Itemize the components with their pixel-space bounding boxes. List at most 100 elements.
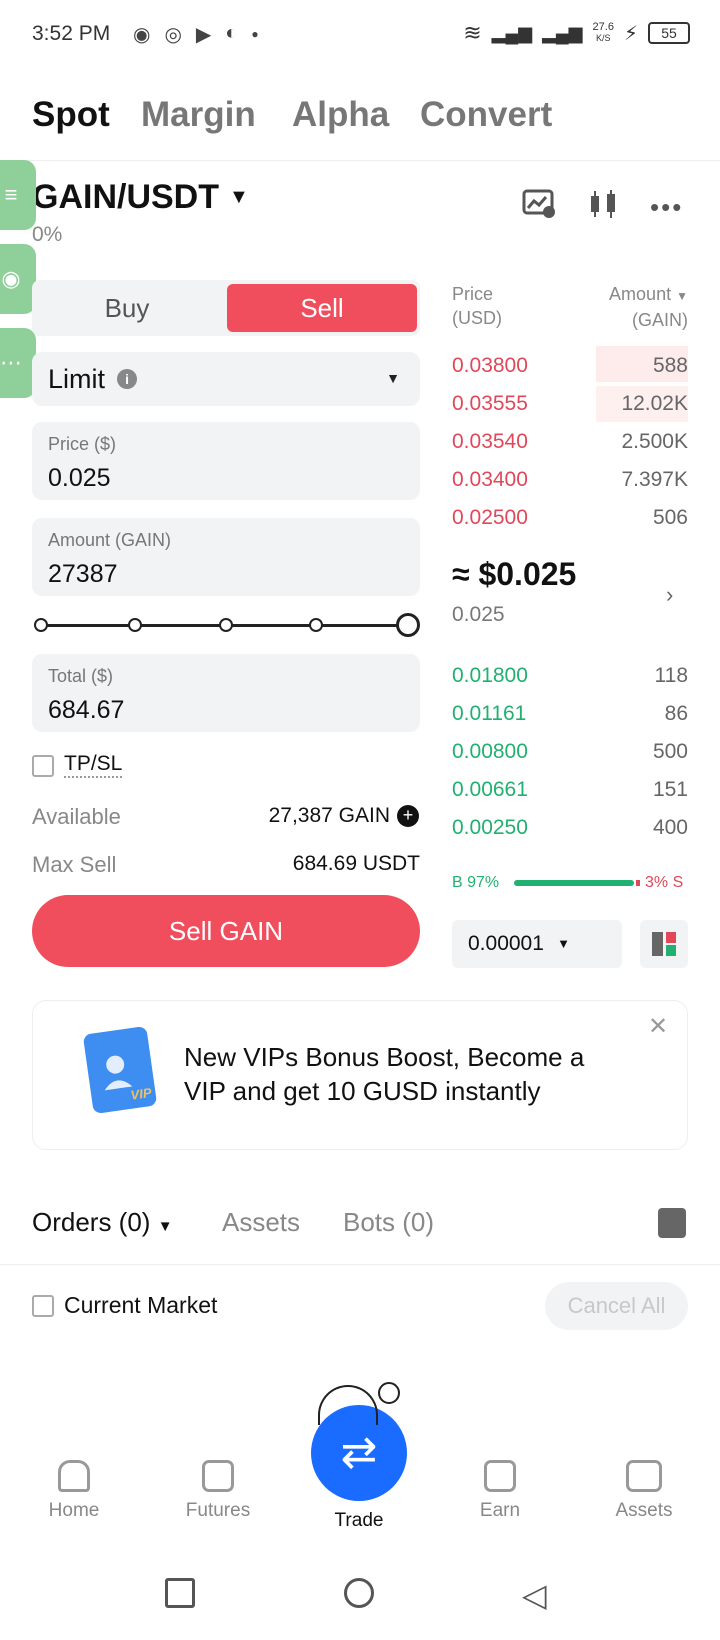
add-funds-icon[interactable]: +: [397, 805, 419, 827]
tpsl-checkbox[interactable]: [32, 755, 54, 777]
recents-button[interactable]: [165, 1578, 195, 1608]
max-sell-label: Max Sell: [32, 852, 117, 877]
precision-select[interactable]: 0.00001 ▼: [452, 920, 622, 968]
back-button[interactable]: ◁: [522, 1576, 547, 1614]
tab-assets[interactable]: Assets: [222, 1207, 300, 1238]
dot-icon: ●: [251, 27, 259, 41]
ask-amount: 588: [652, 354, 688, 377]
order-type-select[interactable]: Limit i ▼: [32, 352, 420, 406]
candlestick-icon[interactable]: [588, 188, 620, 227]
ask-price[interactable]: 0.02500: [452, 506, 528, 530]
home-button[interactable]: [344, 1578, 374, 1608]
caret-down-icon: ▼: [386, 370, 400, 386]
orderbook-price-header: Price (USD): [452, 284, 502, 328]
sell-gain-button[interactable]: Sell GAIN: [32, 895, 420, 967]
bid-price[interactable]: 0.01800: [452, 664, 528, 688]
chevron-right-icon[interactable]: ›: [666, 582, 673, 608]
caret-down-icon: ▼: [676, 289, 688, 303]
vip-banner-text: New VIPs Bonus Boost, Become a VIP and g…: [184, 1042, 585, 1106]
nav-earn[interactable]: Earn: [440, 1460, 560, 1522]
slider-stop-75[interactable]: [309, 618, 323, 632]
signal-icon: ▂▄▆: [491, 22, 533, 43]
ask-amount: 2.500K: [621, 430, 688, 453]
bid-price[interactable]: 0.00800: [452, 740, 528, 764]
total-value[interactable]: 684.67: [48, 696, 124, 725]
bid-amount: 500: [652, 740, 688, 763]
ask-price[interactable]: 0.03800: [452, 354, 528, 378]
buy-tab[interactable]: Buy: [32, 280, 222, 336]
total-field[interactable]: Total ($) 684.67: [32, 654, 420, 732]
wifi-icon: ≋: [463, 20, 482, 45]
mid-price: ≈ $0.025: [452, 556, 577, 592]
mid-price-sub: 0.025: [452, 603, 505, 626]
pair-name: GAIN/USDT: [32, 178, 219, 216]
nav-trade-label[interactable]: Trade: [311, 1510, 407, 1532]
chart-icon[interactable]: [522, 188, 556, 225]
cancel-all-button[interactable]: Cancel All: [545, 1282, 688, 1330]
list-icon[interactable]: ≡: [0, 160, 36, 230]
caret-down-icon: ▼: [157, 1218, 173, 1235]
vip-card-icon: VIP: [82, 1025, 158, 1115]
vip-badge: VIP: [129, 1084, 153, 1103]
close-icon[interactable]: ✕: [648, 1012, 668, 1041]
orderbook-layout-icon[interactable]: [640, 920, 688, 968]
status-right: ≋ ▂▄▆ ▂▄▆ 27.6 K/S ⚡ 55: [463, 20, 690, 46]
bid-amount: 86: [664, 702, 688, 725]
price-value[interactable]: 0.025: [48, 464, 111, 493]
tab-bots[interactable]: Bots (0): [343, 1207, 434, 1238]
amount-field[interactable]: Amount (GAIN) 27387: [32, 518, 420, 596]
tab-alpha[interactable]: Alpha: [292, 95, 389, 135]
planet-icon: [378, 1382, 400, 1404]
ask-price[interactable]: 0.03540: [452, 430, 528, 454]
max-sell-value: 684.69 USDT: [292, 852, 420, 875]
sell-tab[interactable]: Sell: [227, 284, 417, 332]
orderbook-amount-header[interactable]: Amount ▼ (GAIN): [609, 282, 688, 332]
nav-home[interactable]: Home: [14, 1460, 134, 1522]
tab-spot[interactable]: Spot: [32, 95, 110, 135]
buy-ratio: B 97%: [452, 874, 500, 891]
pair-selector[interactable]: GAIN/USDT ▼: [32, 178, 249, 217]
info-icon[interactable]: i: [117, 369, 138, 389]
tab-margin[interactable]: Margin: [141, 95, 256, 135]
bid-price[interactable]: 0.01161: [452, 702, 526, 726]
price-field[interactable]: Price ($) 0.025: [32, 422, 420, 500]
browser-icon: ◐: [225, 22, 238, 44]
bid-price[interactable]: 0.00661: [452, 778, 528, 802]
status-time: 3:52 PM: [32, 22, 111, 45]
tab-orders[interactable]: Orders (0) ▼: [32, 1207, 173, 1238]
orders-divider: [0, 1264, 720, 1265]
wallet-icon: [626, 1460, 662, 1492]
signal-icon: ▂▄▆: [542, 22, 583, 43]
order-type-label: Limit: [48, 363, 106, 394]
more-dots-icon[interactable]: ⋯: [0, 328, 36, 398]
app-icon: ▶: [195, 24, 212, 46]
nav-assets[interactable]: Assets: [584, 1460, 704, 1522]
more-icon[interactable]: •••: [650, 192, 683, 223]
ask-amount: 12.02K: [621, 392, 688, 415]
ask-amount: 506: [652, 506, 688, 529]
order-history-icon[interactable]: [658, 1208, 686, 1238]
slider-stop-25[interactable]: [128, 618, 142, 632]
tpsl-label[interactable]: TP/SL: [64, 752, 123, 778]
bid-amount: 118: [654, 664, 688, 687]
current-market-checkbox[interactable]: [32, 1295, 54, 1317]
ask-price[interactable]: 0.03555: [452, 392, 528, 416]
ask-price[interactable]: 0.03400: [452, 468, 528, 492]
battery-indicator: 55: [648, 22, 690, 44]
slider-handle[interactable]: [396, 613, 420, 637]
bid-amount: 151: [652, 778, 688, 801]
status-icons-left: ◉ ◎ ▶ ◐ ●: [133, 22, 259, 47]
sell-ratio: 3% S: [645, 874, 684, 891]
nav-futures[interactable]: Futures: [158, 1460, 278, 1522]
amount-value[interactable]: 27387: [48, 560, 118, 589]
slider-stop-50[interactable]: [219, 618, 233, 632]
current-market-label[interactable]: Current Market: [64, 1292, 217, 1319]
futures-icon: [202, 1460, 234, 1492]
home-icon: [58, 1460, 90, 1492]
slider-stop-0[interactable]: [34, 618, 48, 632]
amount-label: Amount (GAIN): [48, 530, 172, 550]
broadcast-icon[interactable]: ◉: [0, 244, 36, 314]
ask-amount: 7.397K: [621, 468, 688, 491]
tab-convert[interactable]: Convert: [420, 95, 552, 135]
bid-price[interactable]: 0.00250: [452, 816, 528, 840]
